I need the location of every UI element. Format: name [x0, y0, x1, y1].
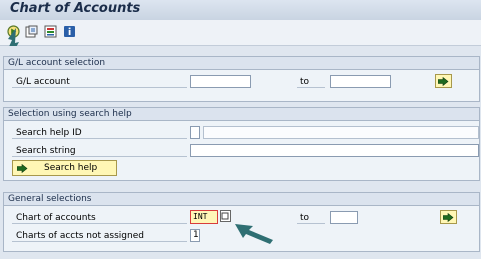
search-help-id-input[interactable]	[190, 126, 200, 139]
callout-arrow-input	[235, 224, 273, 244]
multiple-selection-button[interactable]	[440, 210, 457, 224]
group-heading: General selections	[4, 193, 479, 206]
gl-account-selection-group: G/L account selection G/L account to	[3, 56, 480, 102]
selection-options-icon[interactable]	[43, 24, 58, 39]
arrow-right-icon	[438, 76, 449, 86]
selection-screen: G/L account selection G/L account to Sel…	[0, 46, 481, 259]
arrow-right-icon	[17, 163, 28, 173]
to-underline	[297, 75, 325, 88]
search-help-description-field	[203, 126, 479, 139]
search-help-group: Selection using search help Search help …	[3, 107, 480, 181]
label-underline	[12, 75, 187, 88]
chart-of-accounts-input[interactable]: INT	[190, 210, 218, 224]
chart-of-accounts-to-input[interactable]	[330, 211, 358, 224]
charts-not-assigned-input[interactable]: 1	[190, 229, 200, 242]
value-help-icon[interactable]	[220, 210, 231, 222]
to-underline	[297, 211, 325, 224]
gl-account-to-input[interactable]	[330, 75, 391, 88]
label-underline	[12, 211, 187, 224]
application-toolbar	[0, 20, 481, 46]
label-underline	[12, 126, 187, 139]
group-heading: G/L account selection	[4, 57, 479, 70]
title-bar: Chart of Accounts	[0, 0, 481, 20]
search-help-button-label: Search help	[44, 163, 98, 173]
arrow-right-icon	[443, 212, 454, 222]
label-underline	[12, 229, 187, 242]
gl-account-from-input[interactable]	[190, 75, 251, 88]
multiple-selection-button[interactable]	[435, 74, 452, 88]
search-help-button[interactable]: Search help	[12, 160, 117, 176]
group-heading: Selection using search help	[4, 108, 479, 121]
save-variant-icon[interactable]	[24, 24, 39, 39]
page-title: Chart of Accounts	[10, 1, 141, 16]
info-icon[interactable]	[62, 24, 77, 39]
search-string-input[interactable]	[190, 144, 479, 157]
label-underline	[12, 144, 187, 157]
